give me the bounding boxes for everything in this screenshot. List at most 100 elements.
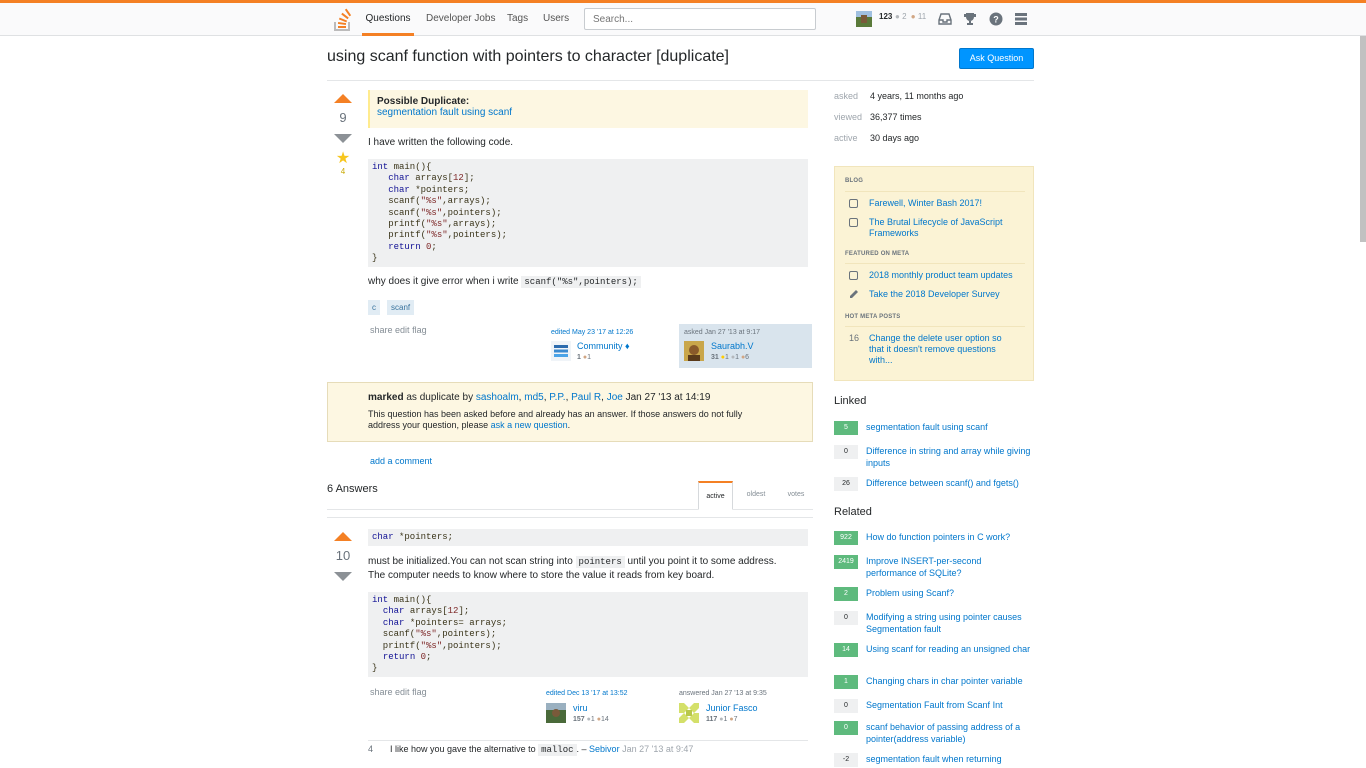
closer-user-link[interactable]: P.P. bbox=[549, 392, 565, 403]
related-score-badge[interactable]: 0 bbox=[834, 699, 858, 713]
tab-oldest[interactable]: oldest bbox=[740, 481, 772, 510]
why-text: why does it give error when i write bbox=[368, 276, 519, 287]
related-question-link[interactable]: How do function pointers in C work? bbox=[866, 532, 1031, 544]
bulletin-divider bbox=[845, 263, 1025, 264]
question-owner-name[interactable]: Saurabh.V bbox=[711, 341, 754, 351]
question-title[interactable]: using scanf function with pointers to ch… bbox=[327, 48, 729, 66]
flag-link[interactable]: flag bbox=[412, 687, 427, 697]
owner-avatar[interactable] bbox=[684, 341, 704, 361]
nav-questions[interactable]: Questions bbox=[362, 3, 414, 36]
nav-tags[interactable]: Tags bbox=[507, 3, 528, 36]
related-score-badge[interactable]: 2 bbox=[834, 587, 858, 601]
answer-inline-code: pointers bbox=[575, 556, 625, 568]
author-identicon-avatar[interactable] bbox=[679, 703, 699, 723]
related-question-link[interactable]: segmentation fault when returning bbox=[866, 754, 1031, 766]
stackoverflow-logo-icon[interactable] bbox=[333, 8, 353, 32]
question-editor-name[interactable]: Community ♦ bbox=[577, 341, 630, 351]
downvote-arrow-icon[interactable] bbox=[334, 572, 352, 581]
closed-body: This question has been asked before and … bbox=[368, 409, 772, 431]
nav-developer-jobs[interactable]: Developer Jobs bbox=[426, 3, 495, 36]
related-score-badge[interactable]: 14 bbox=[834, 643, 858, 657]
hot-post-link[interactable]: Change the delete user option so that it… bbox=[869, 333, 1014, 366]
question-intro: I have written the following code. bbox=[368, 137, 514, 148]
stat-value-viewed: 36,377 times bbox=[870, 112, 922, 122]
closed-as-dup-text: as duplicate by bbox=[406, 392, 474, 403]
linked-question-link[interactable]: Difference between scanf() and fgets() bbox=[866, 478, 1031, 490]
closer-user-link[interactable]: md5 bbox=[524, 392, 543, 403]
blog-speech-icon bbox=[849, 218, 858, 227]
inbox-icon[interactable] bbox=[938, 12, 952, 26]
author-bronze: 7 bbox=[733, 716, 738, 723]
comment-user-link[interactable]: Sebivor bbox=[589, 744, 620, 754]
related-question-link[interactable]: Modifying a string using pointer causes … bbox=[866, 612, 1031, 635]
related-score-badge[interactable]: -2 bbox=[834, 753, 858, 767]
ask-new-question-link[interactable]: ask a new question bbox=[491, 420, 568, 430]
code-line: char *pointers; bbox=[388, 184, 470, 195]
closed-date: Jan 27 '13 at 14:19 bbox=[625, 392, 711, 403]
bulletin-hot-heading: HOT META POSTS bbox=[845, 314, 901, 320]
owner-bronze: 6 bbox=[745, 354, 750, 361]
flag-link[interactable]: flag bbox=[412, 325, 427, 335]
user-avatar[interactable] bbox=[856, 11, 872, 27]
bulletin-blog-item[interactable]: Farewell, Winter Bash 2017! bbox=[869, 198, 1019, 209]
related-question-link[interactable]: scanf behavior of passing address of a p… bbox=[866, 722, 1031, 745]
comment-inline-code: malloc bbox=[538, 744, 577, 756]
related-score-badge[interactable]: 0 bbox=[834, 611, 858, 625]
search-input[interactable] bbox=[584, 8, 816, 30]
possible-duplicate-link[interactable]: segmentation fault using scanf bbox=[377, 107, 512, 118]
share-link[interactable]: share bbox=[370, 325, 393, 335]
upvote-arrow-icon[interactable] bbox=[334, 94, 352, 103]
linked-score-badge[interactable]: 26 bbox=[834, 477, 858, 491]
closed-period: . bbox=[567, 420, 571, 430]
question-edited-label[interactable]: edited May 23 '17 at 12:26 bbox=[551, 329, 633, 336]
blog-speech-icon bbox=[849, 199, 858, 208]
ask-question-button[interactable]: Ask Question bbox=[959, 48, 1034, 69]
achievements-trophy-icon[interactable] bbox=[963, 12, 977, 26]
closer-user-link[interactable]: sashoalm bbox=[476, 392, 519, 403]
code-line: char arrays[12]; bbox=[382, 606, 470, 617]
downvote-arrow-icon[interactable] bbox=[334, 134, 352, 143]
community-avatar-icon[interactable] bbox=[551, 341, 571, 361]
related-question-link[interactable]: Segmentation Fault from Scanf Int bbox=[866, 700, 1031, 712]
related-question-link[interactable]: Problem using Scanf? bbox=[866, 588, 1031, 600]
related-score-badge[interactable]: 0 bbox=[834, 721, 858, 735]
bulletin-blog-item[interactable]: The Brutal Lifecycle of JavaScript Frame… bbox=[869, 217, 1019, 239]
answer-author-name[interactable]: Junior Fasco bbox=[706, 703, 758, 713]
linked-score-badge[interactable]: 0 bbox=[834, 445, 858, 459]
question-asked-label[interactable]: asked Jan 27 '13 at 9:17 bbox=[684, 329, 760, 336]
linked-question-link[interactable]: Difference in string and array while giv… bbox=[866, 446, 1031, 469]
answer-answered-label[interactable]: answered Jan 27 '13 at 9:35 bbox=[679, 690, 767, 697]
related-question-link[interactable]: Changing chars in char pointer variable bbox=[866, 676, 1031, 688]
edit-link[interactable]: edit bbox=[395, 325, 410, 335]
tab-votes[interactable]: votes bbox=[780, 481, 812, 510]
code-line: return 0; bbox=[388, 241, 437, 252]
comment-date[interactable]: Jan 27 '13 at 9:47 bbox=[622, 744, 693, 754]
add-comment-link[interactable]: add a comment bbox=[370, 456, 432, 466]
favorite-star-icon[interactable]: ★ bbox=[328, 151, 358, 167]
site-switcher-icon[interactable] bbox=[1014, 12, 1028, 26]
related-score-badge[interactable]: 922 bbox=[834, 531, 858, 545]
edit-link[interactable]: edit bbox=[395, 687, 410, 697]
linked-score-badge[interactable]: 5 bbox=[834, 421, 858, 435]
tag-c[interactable]: c bbox=[368, 300, 380, 315]
upvote-arrow-icon[interactable] bbox=[334, 532, 352, 541]
tab-active[interactable]: active bbox=[698, 481, 733, 510]
bulletin-meta-item[interactable]: 2018 monthly product team updates bbox=[869, 270, 1019, 281]
question-vote-cell: 9 ★ 4 bbox=[328, 94, 358, 176]
linked-question-link[interactable]: segmentation fault using scanf bbox=[866, 422, 1031, 434]
nav-users[interactable]: Users bbox=[543, 3, 569, 36]
page-scrollbar[interactable] bbox=[1360, 36, 1366, 242]
help-icon[interactable]: ? bbox=[989, 12, 1003, 26]
tag-scanf[interactable]: scanf bbox=[387, 300, 415, 315]
closer-user-link[interactable]: Paul R bbox=[571, 392, 601, 403]
related-question-link[interactable]: Improve INSERT-per-second performance of… bbox=[866, 556, 1031, 579]
bulletin-meta-item[interactable]: Take the 2018 Developer Survey bbox=[869, 289, 1019, 300]
related-score-badge[interactable]: 2419 bbox=[834, 555, 858, 569]
related-score-badge[interactable]: 1 bbox=[834, 675, 858, 689]
related-question-link[interactable]: Using scanf for reading an unsigned char bbox=[866, 644, 1031, 656]
closer-user-link[interactable]: Joe bbox=[607, 392, 623, 403]
editor-avatar[interactable] bbox=[546, 703, 566, 723]
answer-edited-label[interactable]: edited Dec 13 '17 at 13:52 bbox=[546, 690, 628, 697]
answer-editor-name[interactable]: viru bbox=[573, 703, 588, 713]
share-link[interactable]: share bbox=[370, 687, 393, 697]
